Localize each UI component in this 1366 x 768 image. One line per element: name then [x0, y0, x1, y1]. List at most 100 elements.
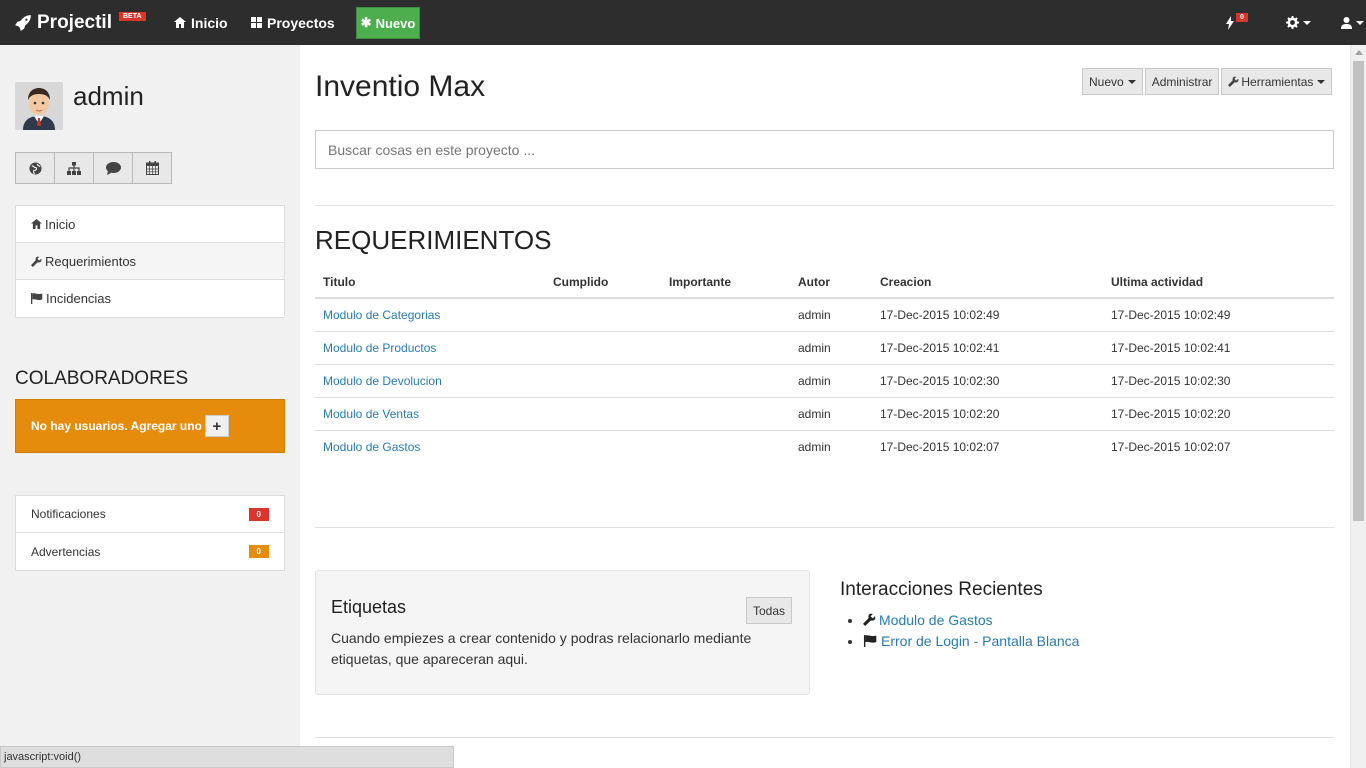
flag-icon	[31, 293, 43, 304]
sitemap-icon	[67, 161, 81, 175]
requirement-link[interactable]: Modulo de Categorias	[323, 308, 440, 322]
rocket-icon	[15, 14, 31, 31]
tags-panel: Etiquetas Todas Cuando empiezes a crear …	[315, 570, 810, 695]
table-row: Modulo de Productos admin 17-Dec-2015 10…	[315, 331, 1334, 365]
requirements-title: REQUERIMIENTOS	[315, 225, 552, 255]
table-header-row: Titulo Cumplido Importante Autor Creacio…	[315, 266, 1334, 299]
importante-cell	[661, 364, 790, 398]
project-search-input[interactable]	[315, 130, 1334, 169]
sidebar: admin Inicio Requerimientos Incidencias …	[0, 45, 300, 768]
last-activity-cell: 17-Dec-2015 10:02:41	[1103, 331, 1334, 365]
calendar-icon	[145, 161, 159, 175]
scrollbar-thumb[interactable]	[1353, 61, 1364, 521]
importante-cell	[661, 397, 790, 431]
sitemap-button[interactable]	[54, 152, 94, 184]
created-cell: 17-Dec-2015 10:02:30	[872, 364, 1103, 398]
divider	[315, 737, 1334, 738]
sidebar-item-inicio[interactable]: Inicio	[16, 206, 284, 243]
page-title: Inventio Max	[315, 70, 486, 103]
author-cell: admin	[790, 397, 872, 431]
caret-down-icon	[1303, 20, 1311, 25]
calendar-button[interactable]	[132, 152, 172, 184]
interaction-link[interactable]: Modulo de Gastos	[879, 612, 993, 628]
requirement-link[interactable]: Modulo de Productos	[323, 341, 436, 355]
nav-nuevo-button[interactable]: ✱ Nuevo	[356, 7, 420, 39]
table-row: Modulo de Ventas admin 17-Dec-2015 10:02…	[315, 397, 1334, 431]
table-row: Modulo de Gastos admin 17-Dec-2015 10:02…	[315, 430, 1334, 463]
herramientas-dropdown-button[interactable]: Herramientas	[1221, 68, 1333, 95]
column-header[interactable]: Importante	[661, 266, 790, 299]
list-item: Error de Login - Pantalla Blanca	[863, 633, 1079, 654]
brand-name: Projectil	[37, 11, 112, 33]
notifications-badge: 0	[248, 507, 269, 521]
notifications-toggle[interactable]: 0	[1226, 0, 1248, 45]
cumplido-cell	[545, 430, 661, 463]
gear-icon	[1286, 16, 1299, 29]
column-header[interactable]: Autor	[790, 266, 872, 299]
table-row: Modulo de Categorias admin 17-Dec-2015 1…	[315, 298, 1334, 332]
sidebar-item-label: Requerimientos	[45, 253, 137, 269]
nav-proyectos[interactable]: Proyectos	[251, 0, 335, 45]
requirement-link[interactable]: Modulo de Ventas	[323, 407, 419, 421]
column-header[interactable]: Ultima actividad	[1103, 266, 1334, 299]
project-toolbar: Nuevo Administrar Herramientas	[1080, 68, 1333, 95]
nav-proyectos-label: Proyectos	[267, 14, 335, 31]
cumplido-cell	[545, 397, 661, 431]
caret-down-icon	[1356, 20, 1364, 25]
new-dropdown-label: Nuevo	[1089, 74, 1124, 89]
column-header[interactable]: Creacion	[872, 266, 1103, 299]
collaborators-title: COLABORADORES	[15, 368, 189, 389]
globe-button[interactable]	[15, 152, 55, 184]
created-cell: 17-Dec-2015 10:02:20	[872, 397, 1103, 431]
requirement-link[interactable]: Modulo de Gastos	[323, 440, 420, 454]
project-menu: Inicio Requerimientos Incidencias	[15, 205, 285, 318]
main-content: Inventio Max Nuevo Administrar Herramien…	[300, 45, 1350, 768]
cumplido-cell	[545, 331, 661, 365]
warnings-badge: 0	[248, 545, 269, 558]
requirement-link[interactable]: Modulo de Devolucion	[323, 374, 442, 388]
sidebar-item-incidencias[interactable]: Incidencias	[16, 280, 284, 317]
importante-cell	[661, 430, 790, 463]
add-collaborator-button[interactable]: +	[204, 415, 229, 437]
new-dropdown-button[interactable]: Nuevo	[1082, 68, 1143, 95]
cumplido-cell	[545, 298, 661, 332]
divider	[315, 205, 1334, 206]
collaborators-empty-text: No hay usuarios. Agregar uno	[31, 419, 202, 433]
tags-title: Etiquetas	[331, 597, 407, 617]
nav-inicio[interactable]: Inicio	[174, 0, 228, 45]
sidebar-item-requerimientos[interactable]: Requerimientos	[16, 243, 284, 280]
user-icon	[1341, 16, 1352, 29]
flag-icon	[863, 635, 877, 647]
avatar	[15, 82, 63, 130]
settings-dropdown[interactable]	[1286, 0, 1311, 45]
brand-link[interactable]: Projectil BETA	[14, 0, 146, 45]
comment-button[interactable]	[93, 152, 133, 184]
requirements-table: Titulo Cumplido Importante Autor Creacio…	[315, 266, 1334, 463]
created-cell: 17-Dec-2015 10:02:49	[872, 298, 1103, 332]
scroll-up-icon[interactable]	[1355, 50, 1363, 55]
vertical-scrollbar[interactable]	[1350, 45, 1366, 768]
author-cell: admin	[798, 439, 831, 454]
last-activity-cell: 17-Dec-2015 10:02:30	[1103, 364, 1334, 398]
grid-icon	[251, 17, 262, 28]
interaction-link[interactable]: Error de Login - Pantalla Blanca	[881, 633, 1079, 649]
wrench-icon	[863, 613, 876, 626]
administrar-button[interactable]: Administrar	[1144, 68, 1220, 95]
created-cell: 17-Dec-2015 10:02:07	[880, 439, 1000, 454]
warnings-item[interactable]: Advertencias 0	[16, 533, 284, 570]
nav-nuevo-label: Nuevo	[375, 15, 416, 31]
beta-badge: BETA	[118, 12, 146, 21]
all-tags-button[interactable]: Todas	[746, 597, 793, 624]
recent-interactions-title: Interacciones Recientes	[840, 579, 1043, 600]
administrar-label: Administrar	[1151, 74, 1213, 89]
collaborators-empty-box: No hay usuarios. Agregar uno +	[15, 399, 285, 453]
importante-cell	[661, 331, 790, 365]
user-dropdown[interactable]	[1341, 0, 1364, 45]
column-header[interactable]: Cumplido	[545, 266, 661, 299]
comment-icon	[105, 161, 121, 175]
last-activity-cell: 17-Dec-2015 10:02:49	[1103, 298, 1334, 332]
column-header[interactable]: Titulo	[315, 266, 545, 299]
notifications-label: Notificaciones	[31, 507, 106, 521]
author-cell: admin	[790, 298, 872, 332]
notifications-item[interactable]: Notificaciones 0	[16, 496, 284, 533]
